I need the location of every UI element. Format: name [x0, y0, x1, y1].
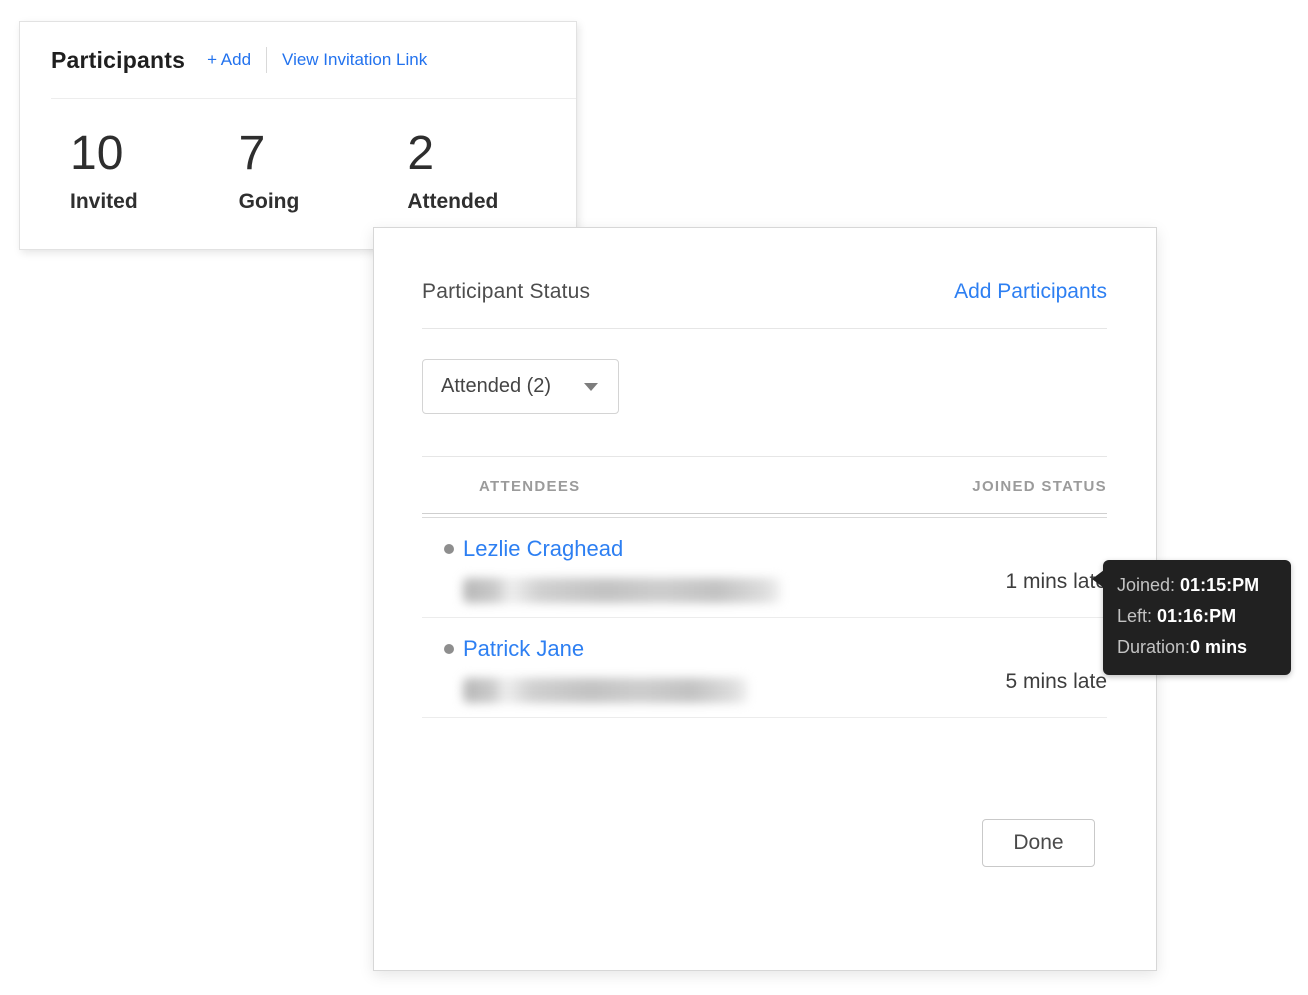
- attended-filter-dropdown[interactable]: Attended (2): [422, 359, 619, 414]
- joined-status-tooltip: Joined:01:15:PM Left:01:16:PM Duration:0…: [1103, 560, 1291, 675]
- add-participant-link[interactable]: + Add: [207, 50, 251, 70]
- tooltip-joined-label: Joined:: [1117, 575, 1175, 595]
- attendee-name-link[interactable]: Lezlie Craghead: [463, 536, 623, 562]
- attendees-column-header: ATTENDEES: [479, 478, 580, 495]
- tooltip-left-line: Left:01:16:PM: [1117, 601, 1277, 632]
- attended-count: 2: [407, 130, 576, 178]
- bullet-icon: [444, 644, 454, 654]
- attendee-email-redacted: [463, 678, 748, 703]
- page: Participants + Add View Invitation Link …: [0, 0, 1308, 995]
- invited-count: 10: [70, 130, 239, 178]
- attendees-table-header: ATTENDEES JOINED STATUS: [422, 457, 1107, 513]
- tooltip-joined-value: 01:15:PM: [1180, 575, 1259, 595]
- invited-label: Invited: [70, 190, 239, 214]
- done-button[interactable]: Done: [982, 819, 1095, 867]
- joined-status-column-header: JOINED STATUS: [972, 478, 1107, 495]
- going-count: 7: [239, 130, 408, 178]
- tooltip-arrow-icon: [1092, 570, 1104, 588]
- header-vertical-divider: [266, 47, 267, 73]
- tooltip-duration-value: 0 mins: [1190, 637, 1247, 657]
- table-row: Patrick Jane 5 mins late: [422, 618, 1107, 718]
- modal-title-row: Participant Status Add Participants: [422, 228, 1107, 304]
- stat-invited: 10 Invited: [70, 130, 239, 214]
- modal-title: Participant Status: [422, 280, 590, 304]
- tooltip-duration-label: Duration:: [1117, 637, 1190, 657]
- participants-card: Participants + Add View Invitation Link …: [19, 21, 577, 250]
- tooltip-left-value: 01:16:PM: [1157, 606, 1236, 626]
- tooltip-left-label: Left:: [1117, 606, 1152, 626]
- participants-title: Participants: [51, 47, 185, 74]
- chevron-down-icon: [584, 383, 598, 391]
- attendee-email-redacted: [463, 578, 781, 603]
- view-invitation-link[interactable]: View Invitation Link: [282, 50, 427, 70]
- participants-card-header: Participants + Add View Invitation Link: [20, 22, 576, 98]
- tooltip-joined-line: Joined:01:15:PM: [1117, 570, 1277, 601]
- participant-status-modal: Participant Status Add Participants Atte…: [373, 227, 1157, 971]
- tooltip-duration-line: Duration:0 mins: [1117, 632, 1277, 663]
- joined-status-value: 5 mins late: [1005, 670, 1107, 694]
- modal-title-rule: [422, 328, 1107, 329]
- attendee-name-link[interactable]: Patrick Jane: [463, 636, 584, 662]
- stat-attended: 2 Attended: [407, 130, 576, 214]
- attended-label: Attended: [407, 190, 576, 214]
- add-participants-link[interactable]: Add Participants: [954, 280, 1107, 304]
- stats-row: 10 Invited 7 Going 2 Attended: [20, 99, 576, 214]
- attended-filter-value: Attended (2): [441, 375, 551, 398]
- bullet-icon: [444, 544, 454, 554]
- stat-going: 7 Going: [239, 130, 408, 214]
- modal-content: Participant Status Add Participants Atte…: [374, 228, 1156, 970]
- table-row: Lezlie Craghead 1 mins late: [422, 518, 1107, 618]
- going-label: Going: [239, 190, 408, 214]
